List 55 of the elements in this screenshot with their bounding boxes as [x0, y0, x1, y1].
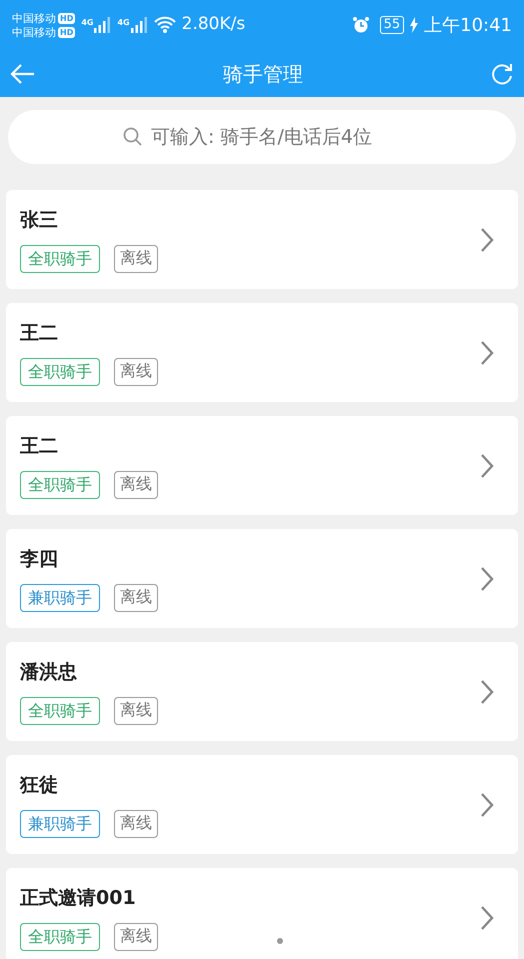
search-input[interactable]: 可输入: 骑手名/电话后4位 — [151, 122, 401, 152]
wifi-icon — [154, 16, 176, 34]
search-field[interactable]: 可输入: 骑手名/电话后4位 — [8, 110, 516, 164]
back-arrow-icon[interactable] — [10, 62, 36, 84]
chevron-right-icon — [480, 792, 494, 818]
chevron-right-icon — [480, 678, 494, 704]
carrier-name: 中国移动 — [12, 12, 56, 24]
hd-badge: HD — [58, 12, 76, 24]
rider-name: 张三 — [20, 208, 58, 234]
network-type: 4G — [117, 17, 130, 29]
signal-icon — [130, 17, 148, 33]
chevron-right-icon — [480, 452, 494, 478]
status-tag: 离线 — [114, 470, 158, 499]
rider-card[interactable]: 正式邀请001 全职骑手 离线 — [6, 868, 518, 959]
role-tag: 全职骑手 — [20, 470, 100, 499]
rider-card[interactable]: 张三 全职骑手 离线 — [6, 190, 518, 289]
role-tag: 兼职骑手 — [20, 810, 100, 838]
chevron-right-icon — [480, 226, 494, 252]
status-tag: 离线 — [114, 584, 158, 612]
status-tag: 离线 — [114, 358, 158, 386]
rider-card[interactable]: 狂徒 兼职骑手 离线 — [6, 755, 518, 854]
rider-name: 王二 — [20, 321, 58, 346]
rider-name: 李四 — [20, 547, 58, 572]
network-speed: 2.80K/s — [182, 13, 246, 36]
refresh-icon[interactable] — [490, 62, 514, 86]
rider-name: 王二 — [20, 434, 58, 460]
rider-name: 狂徒 — [20, 773, 58, 798]
rider-card[interactable]: 王二 全职骑手 离线 — [6, 416, 518, 515]
chevron-right-icon — [480, 904, 494, 930]
role-tag: 兼职骑手 — [20, 584, 100, 612]
rider-name: 潘洪忠 — [20, 660, 77, 686]
rider-card[interactable]: 潘洪忠 全职骑手 离线 — [6, 642, 518, 741]
role-tag: 全职骑手 — [20, 358, 100, 386]
status-tag: 离线 — [114, 922, 158, 951]
carrier-name: 中国移动 — [12, 26, 56, 38]
chevron-right-icon — [480, 340, 494, 366]
rider-card[interactable]: 王二 全职骑手 离线 — [6, 303, 518, 402]
status-tag: 离线 — [114, 244, 158, 273]
hd-badge: HD — [58, 26, 76, 38]
alarm-icon — [352, 16, 370, 34]
page-title: 骑手管理 — [223, 60, 303, 88]
rider-name: 正式邀请001 — [20, 886, 136, 912]
status-tag: 离线 — [114, 696, 158, 725]
rider-card[interactable]: 李四 兼职骑手 离线 — [6, 529, 518, 628]
signal-icon — [93, 17, 112, 33]
chevron-right-icon — [480, 566, 494, 592]
charging-icon — [410, 17, 418, 33]
search-icon — [123, 127, 143, 147]
status-tag: 离线 — [114, 810, 158, 838]
network-type: 4G — [81, 17, 94, 29]
role-tag: 全职骑手 — [20, 922, 100, 951]
role-tag: 全职骑手 — [20, 696, 100, 725]
clock-time: 上午10:41 — [424, 14, 512, 38]
role-tag: 全职骑手 — [20, 244, 100, 273]
battery-indicator: 55 — [380, 16, 404, 34]
